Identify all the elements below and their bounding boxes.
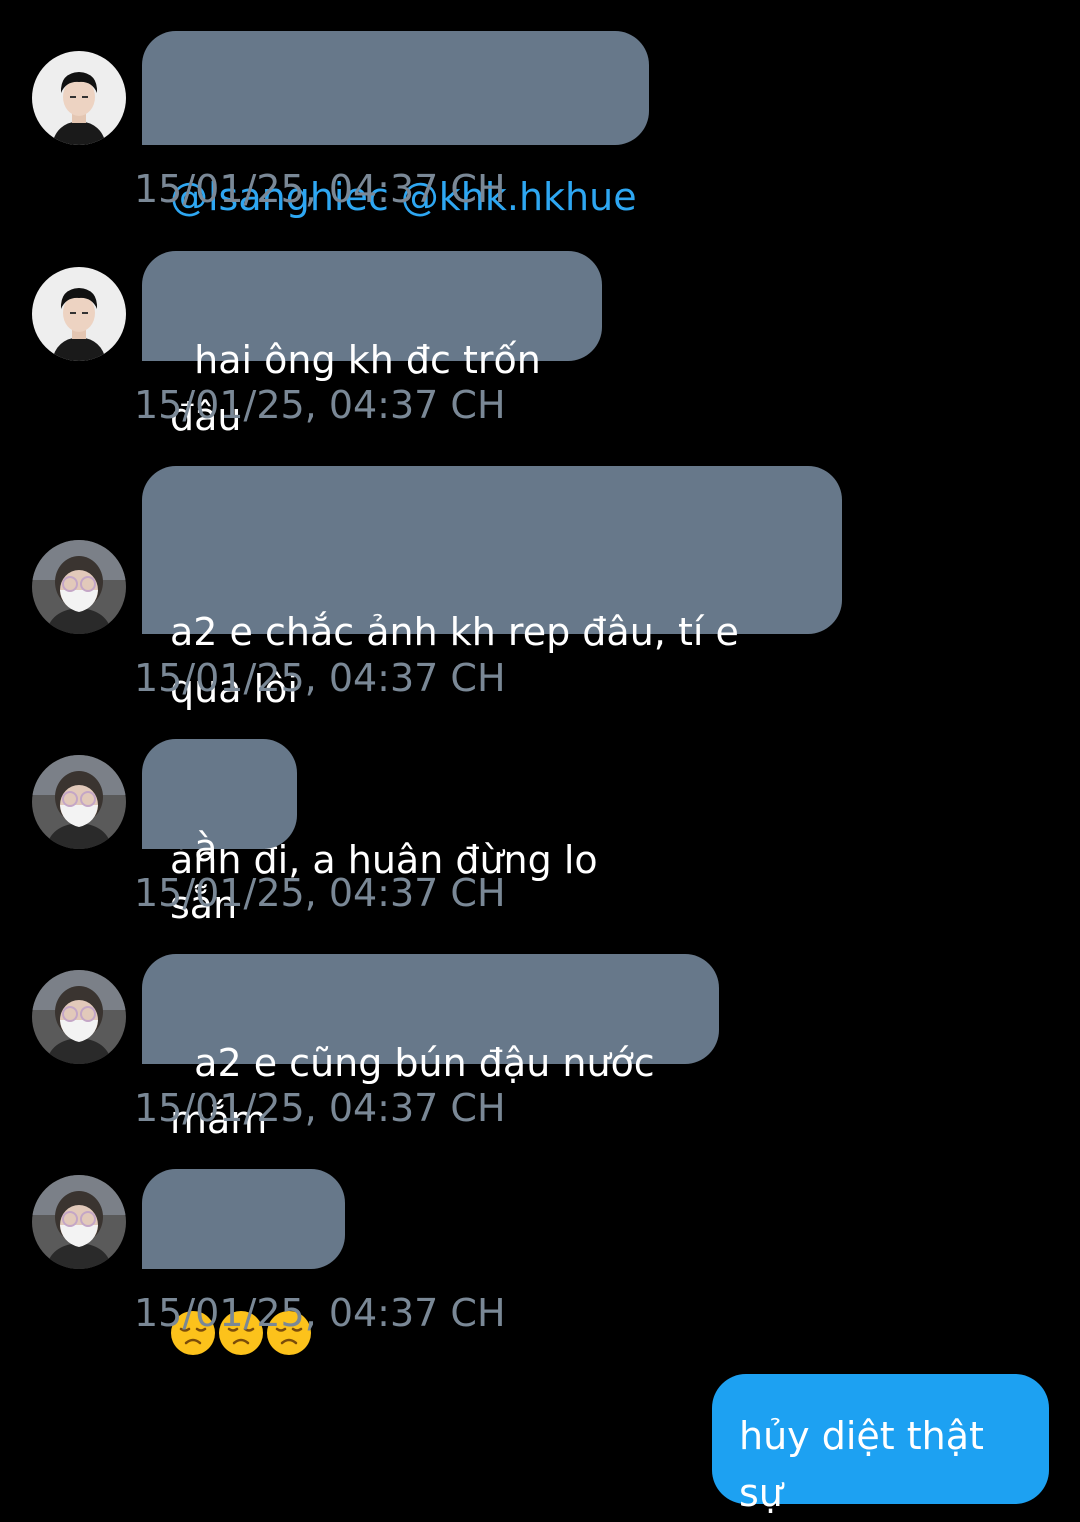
message-timestamp: 15/01/25, 04:37 CH <box>134 1291 506 1335</box>
message-timestamp: 15/01/25, 04:37 CH <box>134 167 506 211</box>
message-timestamp: 15/01/25, 04:37 CH <box>134 1086 506 1130</box>
message-text: hủy diệt thật sự <box>739 1414 984 1515</box>
avatar-photo-young-man <box>32 267 126 361</box>
avatar-photo-masked-person <box>32 970 126 1064</box>
message-bubble[interactable]: hai ông kh đc trốn đâu <box>142 251 602 439</box>
message-bubble[interactable]: a2 e chắc ảnh kh rep đâu, tí e qua lôi ả… <box>142 466 842 882</box>
message-bubble[interactable]: à sẵn <box>142 739 297 927</box>
avatar[interactable] <box>32 267 126 361</box>
message-timestamp: 15/01/25, 04:37 CH <box>134 656 506 700</box>
avatar[interactable] <box>32 540 126 634</box>
avatar[interactable] <box>32 51 126 145</box>
avatar-photo-masked-person <box>32 755 126 849</box>
message-timestamp: 15/01/25, 04:37 CH <box>134 871 506 915</box>
outgoing-message-bubble[interactable]: hủy diệt thật sự <box>712 1374 1049 1515</box>
message-timestamp: 15/01/25, 04:37 CH <box>134 383 506 427</box>
avatar-photo-young-man <box>32 51 126 145</box>
avatar[interactable] <box>32 755 126 849</box>
message-bubble[interactable]: @lsanghiec @khk.hkhue <box>142 31 649 219</box>
avatar-photo-masked-person <box>32 1175 126 1269</box>
message-bubble[interactable]: a2 e cũng bún đậu nước mắm <box>142 954 719 1142</box>
avatar[interactable] <box>32 970 126 1064</box>
avatar-photo-masked-person <box>32 540 126 634</box>
message-bubble[interactable] <box>142 1169 345 1355</box>
avatar[interactable] <box>32 1175 126 1269</box>
